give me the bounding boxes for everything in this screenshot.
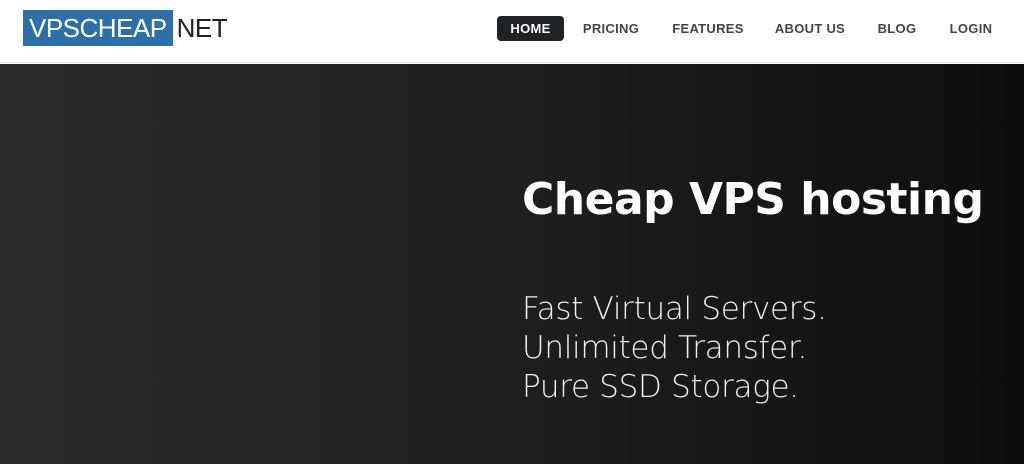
site-header: VPSCHEAP NET HOME PRICING FEATURES ABOUT…	[0, 0, 1024, 63]
logo-secondary-text: NET	[176, 13, 228, 43]
nav-pricing[interactable]: PRICING	[581, 16, 641, 41]
site-logo[interactable]: VPSCHEAP NET	[23, 10, 228, 46]
nav-login[interactable]: LOGIN	[947, 16, 995, 41]
nav-features[interactable]: FEATURES	[672, 16, 744, 41]
nav-about-us[interactable]: ABOUT US	[774, 16, 846, 41]
nav-blog[interactable]: BLOG	[877, 16, 917, 41]
hero-title: Cheap VPS hosting	[522, 174, 984, 225]
nav-home[interactable]: HOME	[497, 16, 564, 41]
hero-section: Cheap VPS hosting Fast Virtual Servers. …	[0, 64, 1024, 464]
hero-tagline: Fast Virtual Servers.	[522, 291, 827, 327]
hero-tagline: Pure SSD Storage.	[522, 369, 799, 405]
logo-primary-text: VPSCHEAP	[23, 10, 173, 46]
hero-taglines: Fast Virtual Servers. Unlimited Transfer…	[522, 290, 827, 407]
hero-tagline: Unlimited Transfer.	[522, 330, 808, 366]
